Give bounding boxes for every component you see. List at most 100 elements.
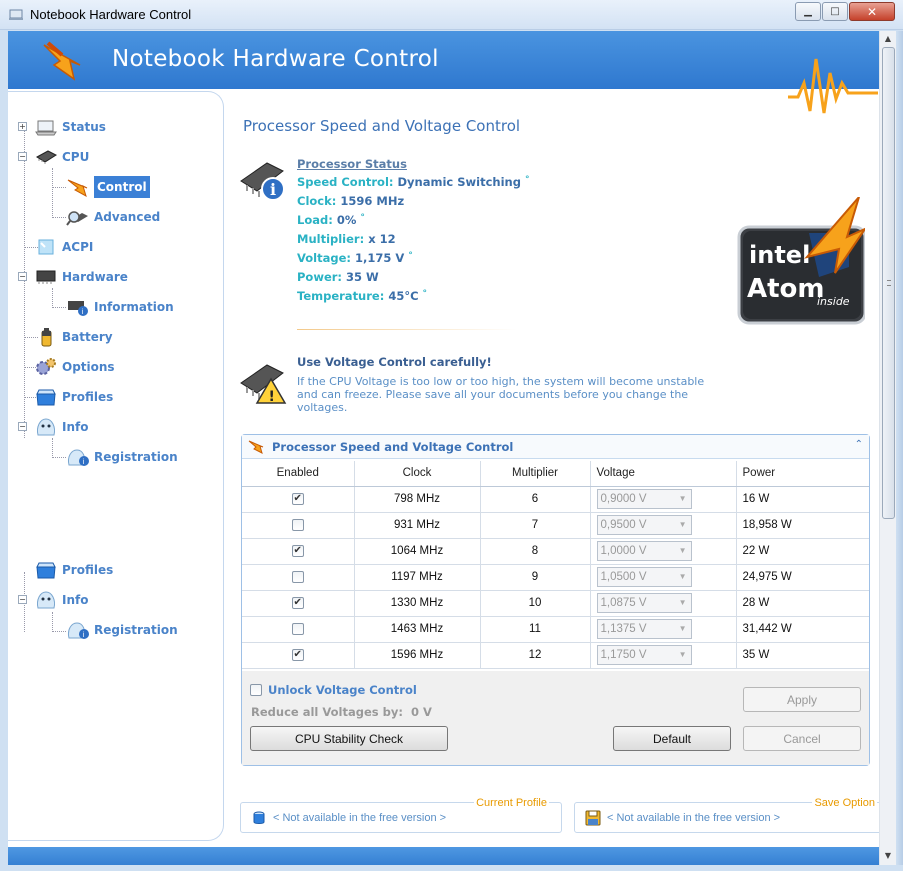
column-header[interactable]: Clock xyxy=(354,461,481,487)
processor-status-heading[interactable]: Processor Status xyxy=(297,157,529,171)
status-row-clock: Clock: 1596 MHz xyxy=(297,194,529,213)
vertical-scrollbar[interactable]: ▲ ▼ xyxy=(879,31,896,865)
save-disk-icon xyxy=(585,810,601,826)
nhc-logo-icon xyxy=(43,41,81,81)
status-row-voltage: Voltage: 1,175 V ° xyxy=(297,251,529,270)
tree-line xyxy=(52,457,66,458)
sidebar-item-label: Profiles xyxy=(62,563,114,577)
chevron-down-icon: ▼ xyxy=(678,494,687,503)
sidebar-item-advanced[interactable]: Advanced xyxy=(66,206,160,228)
enabled-checkbox[interactable]: ✔ xyxy=(291,544,304,557)
voltage-value: 1,0000 V xyxy=(600,545,647,557)
table-row: ✔ 1330 MHz 10 1,0875 V ▼ 28 W xyxy=(242,590,869,617)
voltage-select[interactable]: 1,0000 V ▼ xyxy=(596,541,692,561)
voltage-cell: 1,0500 V ▼ xyxy=(590,564,737,591)
reduce-label: Reduce all Voltages by: xyxy=(251,705,403,719)
control-arrow-icon xyxy=(248,440,264,454)
collapse-icon[interactable]: − xyxy=(18,422,27,431)
column-header[interactable]: Power xyxy=(736,461,869,487)
power-cell: 18,958 W xyxy=(736,512,869,539)
sidebar-item-profiles-lower[interactable]: Profiles xyxy=(34,559,113,581)
enabled-cell xyxy=(242,512,355,539)
enabled-cell: ✔ xyxy=(242,590,355,617)
tree-line xyxy=(52,438,53,458)
power-cell: 35 W xyxy=(736,642,869,669)
save-options-box[interactable]: Save Option < Not available in the free … xyxy=(574,797,879,833)
maximize-button[interactable]: □ xyxy=(822,2,848,21)
voltage-select[interactable]: 0,9500 V ▼ xyxy=(596,515,692,535)
expand-icon[interactable]: + xyxy=(18,122,27,131)
scroll-up-arrow-icon[interactable]: ▲ xyxy=(880,31,896,47)
collapse-icon[interactable]: − xyxy=(18,152,27,161)
voltage-select[interactable]: 0,9000 V ▼ xyxy=(596,489,692,509)
group-header[interactable]: Processor Speed and Voltage Control ⌃ xyxy=(242,435,869,459)
power-cell: 22 W xyxy=(736,538,869,565)
sidebar-item-profiles[interactable]: Profiles xyxy=(34,386,113,408)
enabled-cell xyxy=(242,564,355,591)
sidebar-item-battery[interactable]: Battery xyxy=(34,326,113,348)
voltage-select[interactable]: 1,0500 V ▼ xyxy=(596,567,692,587)
column-header[interactable]: Voltage xyxy=(590,461,737,487)
enabled-checkbox[interactable]: ✔ xyxy=(291,492,304,505)
sidebar-item-info-lower[interactable]: − Info xyxy=(18,589,88,611)
multiplier-cell: 12 xyxy=(480,642,591,669)
status-value: x 12 xyxy=(368,232,396,246)
status-value: 1,175 V xyxy=(355,251,405,265)
sidebar-item-control[interactable]: Control xyxy=(66,176,150,198)
sidebar-item-options[interactable]: Options xyxy=(34,356,115,378)
unlock-checkbox[interactable] xyxy=(250,684,262,696)
inside-wordmark: inside xyxy=(817,295,850,308)
enabled-checkbox[interactable]: ✔ xyxy=(291,648,304,661)
enabled-checkbox[interactable]: ✔ xyxy=(291,596,304,609)
scroll-thumb[interactable] xyxy=(882,47,895,519)
status-value: 1596 MHz xyxy=(340,194,405,208)
collapse-icon[interactable]: − xyxy=(18,272,27,281)
main-panel: Processor Speed and Voltage Control i Pr… xyxy=(225,91,879,785)
unlock-label[interactable]: Unlock Voltage Control xyxy=(268,683,417,697)
cancel-button[interactable]: Cancel xyxy=(743,726,861,751)
group-title: Processor Speed and Voltage Control xyxy=(272,440,514,454)
voltage-select[interactable]: 1,1375 V ▼ xyxy=(596,619,692,639)
sidebar-item-label: Info xyxy=(62,420,89,434)
chevron-down-icon: ▼ xyxy=(678,650,687,659)
unlock-voltage-toggle[interactable]: Unlock Voltage Control xyxy=(250,683,417,697)
column-header[interactable]: Multiplier xyxy=(480,461,591,487)
current-profile-box[interactable]: Current Profile < Not available in the f… xyxy=(240,797,562,833)
window-bottom-edge xyxy=(0,865,903,871)
enabled-checkbox[interactable] xyxy=(291,622,304,635)
enabled-checkbox[interactable] xyxy=(291,570,304,583)
sidebar-item-info[interactable]: − Info xyxy=(18,416,88,438)
voltage-value: 1,1750 V xyxy=(600,649,647,661)
sidebar-item-cpu[interactable]: − CPU xyxy=(18,146,89,168)
close-button[interactable]: ✕ xyxy=(849,2,895,21)
tree-line xyxy=(52,187,66,188)
scroll-down-arrow-icon[interactable]: ▼ xyxy=(880,848,896,864)
status-key: Speed Control: xyxy=(297,175,394,189)
warning-icon: ! xyxy=(240,364,287,405)
window-left-edge xyxy=(0,31,8,871)
sidebar-item-status[interactable]: + Status xyxy=(18,116,106,138)
minimize-button[interactable]: ▁ xyxy=(795,2,821,21)
voltage-select[interactable]: 1,1750 V ▼ xyxy=(596,645,692,665)
voltage-value: 0,9500 V xyxy=(600,519,647,531)
enabled-checkbox[interactable] xyxy=(291,518,304,531)
cpu-stability-check-button[interactable]: CPU Stability Check xyxy=(250,726,448,751)
clock-cell: 931 MHz xyxy=(354,512,481,539)
sidebar-item-information[interactable]: i Information xyxy=(66,296,174,318)
sidebar-item-hardware[interactable]: − Hardware xyxy=(18,266,128,288)
sidebar-item-registration-lower[interactable]: i Registration xyxy=(66,619,178,641)
tree-line xyxy=(52,217,66,218)
sidebar-item-label: Battery xyxy=(62,330,113,344)
collapse-icon[interactable]: − xyxy=(18,595,27,604)
status-marker: ° xyxy=(422,289,428,299)
sidebar-item-acpi[interactable]: ACPI xyxy=(34,236,93,258)
default-button[interactable]: Default xyxy=(613,726,731,751)
apply-button[interactable]: Apply xyxy=(743,687,861,712)
multiplier-cell: 9 xyxy=(480,564,591,591)
status-row-load: Load: 0% ° xyxy=(297,213,529,232)
clock-cell: 1197 MHz xyxy=(354,564,481,591)
collapse-chevron-icon[interactable]: ⌃ xyxy=(855,439,863,450)
voltage-select[interactable]: 1,0875 V ▼ xyxy=(596,593,692,613)
sidebar-item-registration[interactable]: i Registration xyxy=(66,446,178,468)
column-header[interactable]: Enabled xyxy=(242,461,355,487)
